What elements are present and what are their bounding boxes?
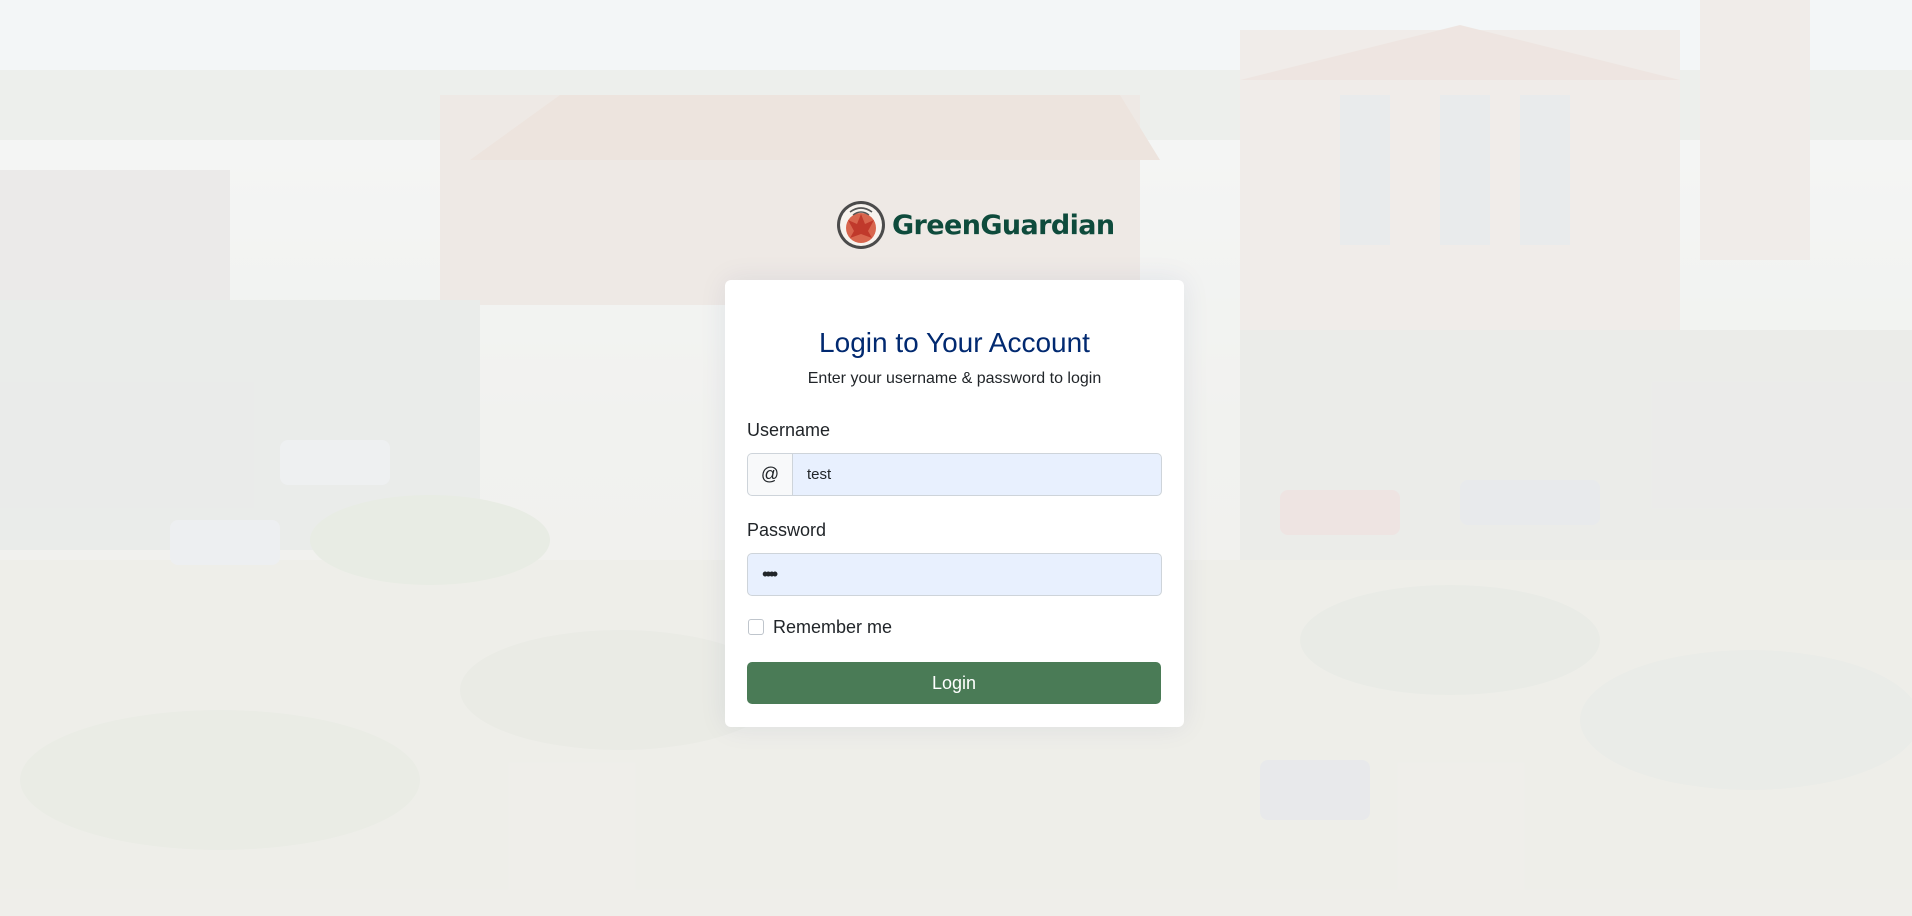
password-label: Password bbox=[747, 520, 827, 540]
brand-name: GreenGuardian bbox=[892, 209, 1115, 241]
username-label: Username bbox=[747, 420, 831, 440]
login-subtitle: Enter your username & password to login bbox=[807, 370, 1102, 387]
brand-logo-icon bbox=[837, 201, 885, 249]
remember-me-checkbox[interactable] bbox=[748, 619, 764, 635]
remember-me-row: Remember me bbox=[747, 616, 1162, 638]
login-card: Login to Your Account Enter your usernam… bbox=[725, 280, 1184, 727]
password-input[interactable] bbox=[747, 553, 1162, 596]
at-sign-icon: @ bbox=[747, 453, 792, 496]
login-button[interactable]: Login bbox=[747, 662, 1161, 704]
username-input[interactable] bbox=[792, 453, 1162, 496]
login-title: Login to Your Account bbox=[819, 327, 1090, 358]
remember-me-label[interactable]: Remember me bbox=[773, 617, 892, 638]
username-input-group: @ bbox=[747, 453, 1162, 496]
brand[interactable]: GreenGuardian bbox=[836, 199, 1115, 251]
